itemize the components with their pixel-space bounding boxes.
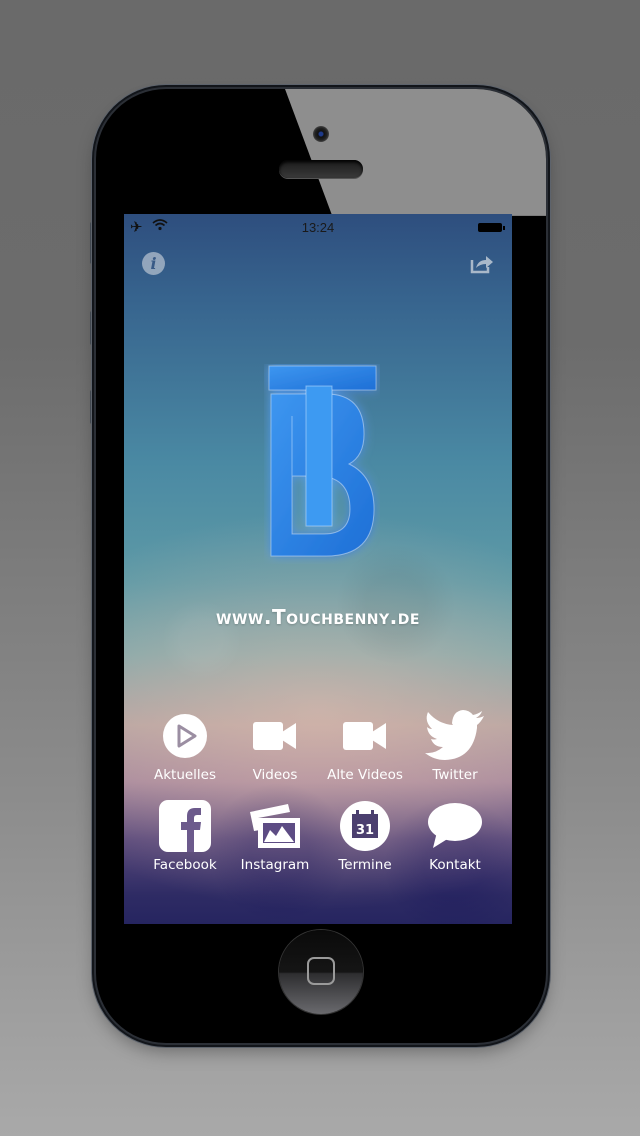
home-button[interactable]: [279, 930, 363, 1014]
calendar-day: 31: [356, 823, 374, 838]
menu-item-kontakt[interactable]: Kontakt: [410, 798, 500, 873]
menu-label: Alte Videos: [327, 767, 403, 783]
menu-item-twitter[interactable]: Twitter: [410, 708, 500, 783]
menu-item-alte-videos[interactable]: Alte Videos: [320, 708, 410, 783]
menu-item-videos[interactable]: Videos: [230, 708, 320, 783]
earpiece-speaker: [279, 160, 363, 178]
info-button[interactable]: i: [142, 252, 165, 275]
menu-item-instagram[interactable]: Instagram: [230, 798, 320, 873]
status-time: 13:24: [301, 220, 335, 235]
twitter-bird-icon: [425, 710, 484, 760]
play-circle-icon: [163, 714, 207, 758]
menu-label: Termine: [338, 857, 392, 873]
facebook-icon: [159, 800, 211, 852]
status-bar: ✈ 13:24: [124, 214, 512, 240]
share-icon: [470, 256, 493, 274]
menu-item-termine[interactable]: 31 Termine: [320, 798, 410, 873]
menu-label: Videos: [252, 767, 298, 783]
app-screen: ✈ 13:24 i www.Touchbenny.de Aktuelles Vi…: [124, 214, 512, 924]
video-camera-icon: [343, 722, 386, 750]
home-square-icon: [307, 957, 335, 985]
menu-item-facebook[interactable]: Facebook: [140, 798, 230, 873]
front-camera: [313, 126, 329, 142]
menu-label: Aktuelles: [153, 767, 217, 783]
website-url[interactable]: www.Touchbenny.de: [124, 605, 512, 629]
logo-t-stem: [305, 385, 333, 527]
battery-icon: [478, 223, 505, 232]
menu-label: Twitter: [432, 767, 478, 783]
calendar-icon: 31: [340, 801, 390, 851]
menu-label: Facebook: [153, 857, 217, 873]
menu-label: Instagram: [240, 857, 310, 873]
speech-bubble-icon: [428, 803, 482, 848]
menu-item-aktuelles[interactable]: Aktuelles: [140, 708, 230, 783]
photos-icon: [250, 804, 300, 848]
menu-label: Kontakt: [429, 857, 481, 873]
share-button[interactable]: [470, 254, 494, 278]
app-logo: [268, 365, 377, 557]
video-camera-icon: [253, 722, 296, 750]
info-icon: i: [150, 254, 157, 273]
